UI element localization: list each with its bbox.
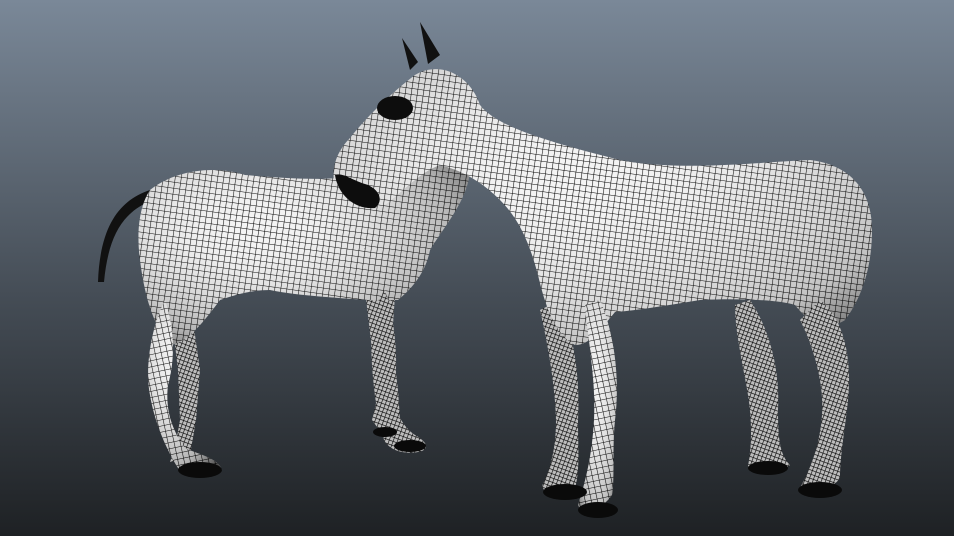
horse-back-hoof: [178, 462, 222, 478]
horse-front-hoof: [748, 461, 788, 475]
horse-front-hoof: [798, 482, 842, 498]
horse-back-hoof: [394, 440, 426, 452]
3d-viewport[interactable]: [0, 0, 954, 536]
horse-front-hoof: [543, 484, 587, 500]
viewport-canvas[interactable]: [0, 0, 954, 536]
horse-front-hoof: [578, 502, 618, 518]
horse-back-hoof: [373, 427, 397, 437]
horse-front-eye: [377, 96, 413, 120]
